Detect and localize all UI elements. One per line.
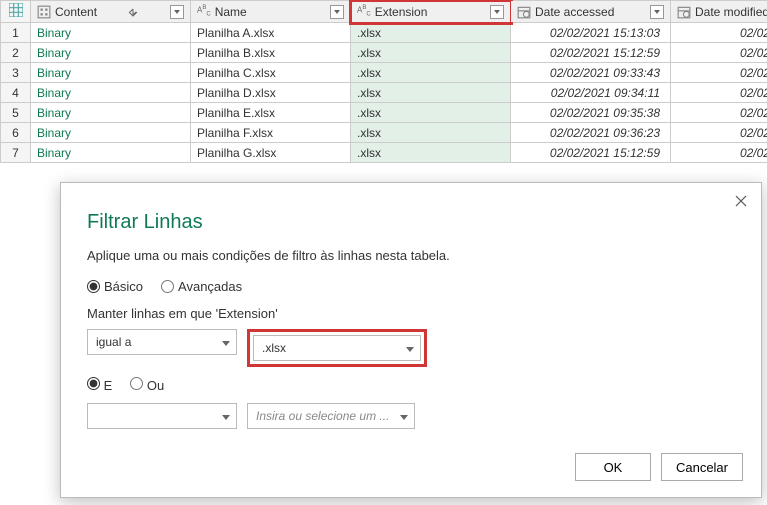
binary-type-icon: [37, 5, 51, 19]
column-header-date-accessed[interactable]: Date accessed: [511, 1, 671, 23]
cell-extension[interactable]: .xlsx: [351, 143, 511, 163]
column-header-extension[interactable]: ABC Extension: [351, 1, 511, 23]
table-row[interactable]: 3BinaryPlanilha C.xlsx.xlsx02/02/2021 09…: [1, 63, 767, 83]
operator-select-1[interactable]: igual a: [87, 329, 237, 355]
cell-date-accessed[interactable]: 02/02/2021 15:13:03: [511, 23, 671, 43]
radio-advanced[interactable]: Avançadas: [161, 279, 242, 294]
operator-select-2[interactable]: [87, 403, 237, 429]
cell-date-accessed[interactable]: 02/02/2021 09:36:23: [511, 123, 671, 143]
cell-content[interactable]: Binary: [31, 63, 191, 83]
cell-name[interactable]: Planilha C.xlsx: [191, 63, 351, 83]
cell-date-accessed[interactable]: 02/02/2021 09:34:11: [511, 83, 671, 103]
cancel-button[interactable]: Cancelar: [661, 453, 743, 481]
cell-date-modified[interactable]: 02/02/2: [671, 83, 767, 103]
table-row[interactable]: 2BinaryPlanilha B.xlsx.xlsx02/02/2021 15…: [1, 43, 767, 63]
cell-date-accessed[interactable]: 02/02/2021 09:35:38: [511, 103, 671, 123]
radio-and[interactable]: E: [87, 377, 112, 393]
datetime-type-icon: [677, 5, 691, 19]
column-header-name[interactable]: ABC Name: [191, 1, 351, 23]
cell-content[interactable]: Binary: [31, 43, 191, 63]
cell-extension[interactable]: .xlsx: [351, 83, 511, 103]
value-highlight: .xlsx: [247, 329, 427, 367]
radio-basic[interactable]: Básico: [87, 279, 143, 294]
row-number[interactable]: 1: [1, 23, 31, 43]
row-number[interactable]: 6: [1, 123, 31, 143]
cell-date-accessed[interactable]: 02/02/2021 09:33:43: [511, 63, 671, 83]
cell-content[interactable]: Binary: [31, 103, 191, 123]
table-icon: [9, 3, 23, 17]
column-label: Date accessed: [535, 5, 614, 19]
column-header-content[interactable]: Content: [31, 1, 191, 23]
cell-name[interactable]: Planilha D.xlsx: [191, 83, 351, 103]
chevron-down-icon: [406, 341, 414, 355]
dialog-title: Filtrar Linhas: [87, 211, 735, 234]
close-button[interactable]: [731, 191, 751, 211]
datetime-type-icon: [517, 5, 531, 19]
cell-date-modified[interactable]: 02/02/2: [671, 123, 767, 143]
radio-or[interactable]: Ou: [130, 377, 164, 393]
cell-extension[interactable]: .xlsx: [351, 23, 511, 43]
cell-date-modified[interactable]: 02/02/2: [671, 63, 767, 83]
cell-date-modified[interactable]: 02/02/2: [671, 143, 767, 163]
cell-content[interactable]: Binary: [31, 83, 191, 103]
cell-name[interactable]: Planilha B.xlsx: [191, 43, 351, 63]
cell-extension[interactable]: .xlsx: [351, 63, 511, 83]
table-row[interactable]: 1BinaryPlanilha A.xlsx.xlsx02/02/2021 15…: [1, 23, 767, 43]
cell-date-accessed[interactable]: 02/02/2021 15:12:59: [511, 143, 671, 163]
value-combo-1[interactable]: .xlsx: [253, 335, 421, 361]
condition-row-2: Insira ou selecione um ...: [87, 403, 735, 429]
cell-content[interactable]: Binary: [31, 143, 191, 163]
cell-name[interactable]: Planilha G.xlsx: [191, 143, 351, 163]
filter-button[interactable]: [490, 5, 504, 19]
table-row[interactable]: 6BinaryPlanilha F.xlsx.xlsx02/02/2021 09…: [1, 123, 767, 143]
cell-name[interactable]: Planilha E.xlsx: [191, 103, 351, 123]
chevron-down-icon: [222, 335, 230, 349]
filter-button[interactable]: [330, 5, 344, 19]
cell-date-modified[interactable]: 02/02/2: [671, 23, 767, 43]
dialog-footer: OK Cancelar: [575, 453, 743, 481]
text-type-icon: ABC: [357, 5, 371, 18]
data-table: Content ABC Name ABC Extension: [0, 0, 767, 163]
cell-extension[interactable]: .xlsx: [351, 43, 511, 63]
table-row[interactable]: 7BinaryPlanilha G.xlsx.xlsx02/02/2021 15…: [1, 143, 767, 163]
value-combo-2[interactable]: Insira ou selecione um ...: [247, 403, 415, 429]
join-radio-group: E Ou: [87, 377, 735, 393]
chevron-down-icon: [400, 409, 408, 423]
row-number[interactable]: 7: [1, 143, 31, 163]
mode-radio-group: Básico Avançadas: [87, 279, 735, 294]
cell-name[interactable]: Planilha F.xlsx: [191, 123, 351, 143]
column-label: Extension: [375, 5, 428, 19]
row-number[interactable]: 4: [1, 83, 31, 103]
column-label: Content: [55, 5, 97, 19]
column-header-date-modified[interactable]: Date modified: [671, 1, 767, 23]
column-label: Date modified: [695, 5, 767, 19]
keep-rows-label: Manter linhas em que 'Extension': [87, 306, 735, 321]
filter-button[interactable]: [650, 5, 664, 19]
table-row[interactable]: 4BinaryPlanilha D.xlsx.xlsx02/02/2021 09…: [1, 83, 767, 103]
cell-content[interactable]: Binary: [31, 123, 191, 143]
cell-date-modified[interactable]: 02/02/2: [671, 103, 767, 123]
ok-button[interactable]: OK: [575, 453, 651, 481]
dialog-subtitle: Aplique uma ou mais condições de filtro …: [87, 248, 735, 263]
row-number[interactable]: 5: [1, 103, 31, 123]
row-number[interactable]: 2: [1, 43, 31, 63]
cell-date-accessed[interactable]: 02/02/2021 15:12:59: [511, 43, 671, 63]
cell-name[interactable]: Planilha A.xlsx: [191, 23, 351, 43]
table-row[interactable]: 5BinaryPlanilha E.xlsx.xlsx02/02/2021 09…: [1, 103, 767, 123]
cell-extension[interactable]: .xlsx: [351, 123, 511, 143]
row-number[interactable]: 3: [1, 63, 31, 83]
condition-row-1: igual a .xlsx: [87, 329, 735, 367]
cell-content[interactable]: Binary: [31, 23, 191, 43]
expand-icon[interactable]: [126, 5, 140, 19]
chevron-down-icon: [222, 409, 230, 423]
text-type-icon: ABC: [197, 5, 211, 18]
cell-date-modified[interactable]: 02/02/2: [671, 43, 767, 63]
filter-button[interactable]: [170, 5, 184, 19]
cell-extension[interactable]: .xlsx: [351, 103, 511, 123]
column-label: Name: [215, 5, 247, 19]
select-all-corner[interactable]: [1, 1, 31, 23]
filter-rows-dialog: Filtrar Linhas Aplique uma ou mais condi…: [60, 182, 762, 498]
